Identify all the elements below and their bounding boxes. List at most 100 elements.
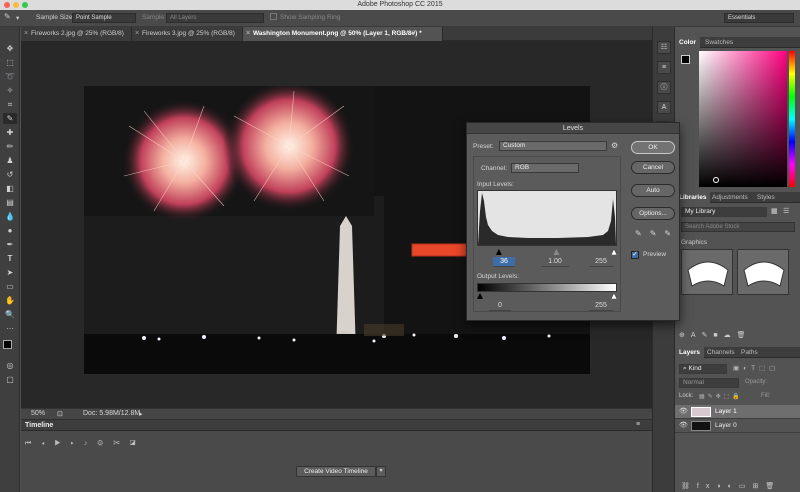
auto-button[interactable]: Auto: [631, 184, 675, 197]
sample-size-select[interactable]: Point Sample: [72, 13, 136, 23]
panel-menu-icon[interactable]: ≡: [636, 421, 640, 428]
input-black-slider[interactable]: [495, 249, 502, 255]
list-view-icon[interactable]: ☰: [783, 207, 789, 215]
tab-layers[interactable]: Layers: [675, 347, 704, 358]
lock-icons[interactable]: ▦✎✥⬚🔒: [699, 393, 743, 400]
dodge-tool-icon[interactable]: ●: [3, 225, 17, 236]
audio-icon[interactable]: ♪: [84, 440, 98, 447]
shape-tool-icon[interactable]: ▭: [3, 281, 17, 292]
foreground-color-swatch[interactable]: [3, 340, 12, 349]
close-tab-icon[interactable]: ×: [135, 27, 139, 41]
split-icon[interactable]: ✂: [113, 440, 130, 447]
input-mid-slider[interactable]: [553, 249, 560, 255]
search-input[interactable]: Search Adobe Stock: [681, 222, 795, 232]
close-window-button[interactable]: [4, 2, 10, 8]
output-black-field[interactable]: 0: [489, 301, 511, 311]
tab-fireworks-3[interactable]: × Fireworks 3.jpg @ 25% (RGB/8): [132, 27, 243, 41]
cloud-icon[interactable]: ☁: [724, 332, 737, 339]
more-tools-icon[interactable]: ···: [3, 323, 17, 334]
minimize-window-button[interactable]: [13, 2, 19, 8]
gradient-tool-icon[interactable]: ▤: [3, 197, 17, 208]
blur-tool-icon[interactable]: 💧: [3, 211, 17, 222]
settings-icon[interactable]: ⚙: [97, 440, 113, 447]
create-video-timeline-button[interactable]: Create Video Timeline: [296, 466, 376, 477]
tab-swatches[interactable]: Swatches: [701, 37, 737, 48]
hue-slider[interactable]: [789, 51, 795, 187]
foreground-color-swatch[interactable]: [681, 55, 690, 64]
options-button[interactable]: Options...: [631, 207, 675, 220]
move-tool-icon[interactable]: ✥: [3, 43, 17, 54]
sample-select[interactable]: All Layers: [166, 13, 264, 23]
stamp-tool-icon[interactable]: ♟: [3, 155, 17, 166]
transition-icon[interactable]: ◪: [130, 440, 146, 447]
close-tab-icon[interactable]: ×: [24, 27, 28, 41]
ok-button[interactable]: OK: [631, 141, 675, 154]
gear-icon[interactable]: ⚙: [611, 141, 618, 150]
black-eyedropper-icon[interactable]: ✎: [635, 229, 650, 238]
layer-filter-icons[interactable]: ▣◐T⬚▢: [733, 364, 779, 372]
tab-washington-monument[interactable]: × Washington Monument.png @ 50% (Layer 1…: [243, 27, 443, 41]
zoom-window-button[interactable]: [22, 2, 28, 8]
layer-name[interactable]: Layer 0: [715, 422, 737, 429]
adjustment-icon[interactable]: ◐: [728, 483, 739, 490]
history-icon[interactable]: ☷: [657, 41, 671, 54]
color-picker-handle[interactable]: [713, 177, 719, 183]
tab-fireworks-2[interactable]: × Fireworks 2.jpg @ 25% (RGB/8): [21, 27, 132, 41]
hand-tool-icon[interactable]: ✋: [3, 295, 17, 306]
tab-libraries[interactable]: Libraries: [675, 192, 711, 203]
quick-select-tool-icon[interactable]: ✧: [3, 85, 17, 96]
type-tool-icon[interactable]: T: [3, 253, 17, 264]
layer-kind-filter[interactable]: ⌕ Kind: [679, 364, 727, 374]
tab-styles[interactable]: Styles: [753, 192, 779, 203]
channel-select[interactable]: RGB: [511, 163, 579, 173]
color-picker-field[interactable]: [699, 51, 787, 187]
output-slider-track[interactable]: [477, 292, 618, 300]
output-black-slider[interactable]: [477, 293, 483, 299]
marquee-tool-icon[interactable]: ⬚: [3, 57, 17, 68]
doc-size[interactable]: Doc: 5.98M/12.8M: [83, 410, 140, 417]
pen-tool-icon[interactable]: ✒: [3, 239, 17, 250]
library-graphic-item[interactable]: [681, 249, 733, 295]
quick-mask-icon[interactable]: ◎: [3, 360, 17, 371]
workspace-select[interactable]: Essentials: [724, 13, 794, 23]
fx-icon[interactable]: fx: [697, 483, 716, 490]
output-white-slider[interactable]: [610, 292, 618, 300]
text-style-icon[interactable]: A: [691, 332, 702, 339]
show-sampling-ring-checkbox[interactable]: [270, 13, 277, 20]
trash-icon[interactable]: 🗑: [737, 332, 752, 339]
next-frame-icon[interactable]: ▸: [71, 440, 84, 447]
status-menu-icon[interactable]: ▸: [139, 410, 143, 418]
preset-select[interactable]: Custom: [499, 141, 607, 151]
layer-row[interactable]: 👁 Layer 0: [675, 419, 800, 433]
path-select-icon[interactable]: ➤: [3, 267, 17, 278]
white-eyedropper-icon[interactable]: ✎: [664, 229, 679, 238]
input-black-field[interactable]: 36: [493, 257, 515, 267]
prev-frame-icon[interactable]: ◂: [41, 440, 54, 447]
close-tab-icon[interactable]: ×: [246, 27, 250, 41]
brush-icon[interactable]: ✎: [702, 332, 714, 339]
trash-icon[interactable]: 🗑: [765, 483, 781, 490]
folder-icon[interactable]: ▭: [739, 483, 753, 490]
history-brush-icon[interactable]: ↺: [3, 169, 17, 180]
library-select[interactable]: My Library: [681, 207, 767, 217]
info-icon[interactable]: ⓘ: [657, 81, 671, 94]
tab-adjustments[interactable]: Adjustments: [708, 192, 752, 203]
tab-color[interactable]: Color: [675, 37, 700, 48]
chevron-down-icon[interactable]: ▾: [376, 466, 386, 477]
properties-icon[interactable]: ≡: [657, 61, 671, 74]
input-white-slider[interactable]: [610, 248, 618, 256]
library-graphic-item[interactable]: [737, 249, 789, 295]
eraser-tool-icon[interactable]: ◧: [3, 183, 17, 194]
preview-checkbox[interactable]: ✓: [631, 251, 639, 259]
layer-name[interactable]: Layer 1: [715, 408, 737, 415]
eye-icon[interactable]: 👁: [679, 421, 688, 429]
add-content-icon[interactable]: ⊕: [679, 332, 691, 339]
grid-view-icon[interactable]: ▦: [771, 207, 778, 215]
zoom-level[interactable]: 50%: [31, 410, 45, 417]
gray-eyedropper-icon[interactable]: ✎: [650, 229, 665, 238]
eyedropper-tool-icon[interactable]: ✎: [3, 113, 17, 124]
blend-mode-select[interactable]: Normal: [679, 378, 739, 388]
new-layer-icon[interactable]: ⊞: [752, 483, 765, 490]
lasso-tool-icon[interactable]: ➰: [3, 71, 17, 82]
screen-mode-icon[interactable]: ▢: [3, 374, 17, 385]
